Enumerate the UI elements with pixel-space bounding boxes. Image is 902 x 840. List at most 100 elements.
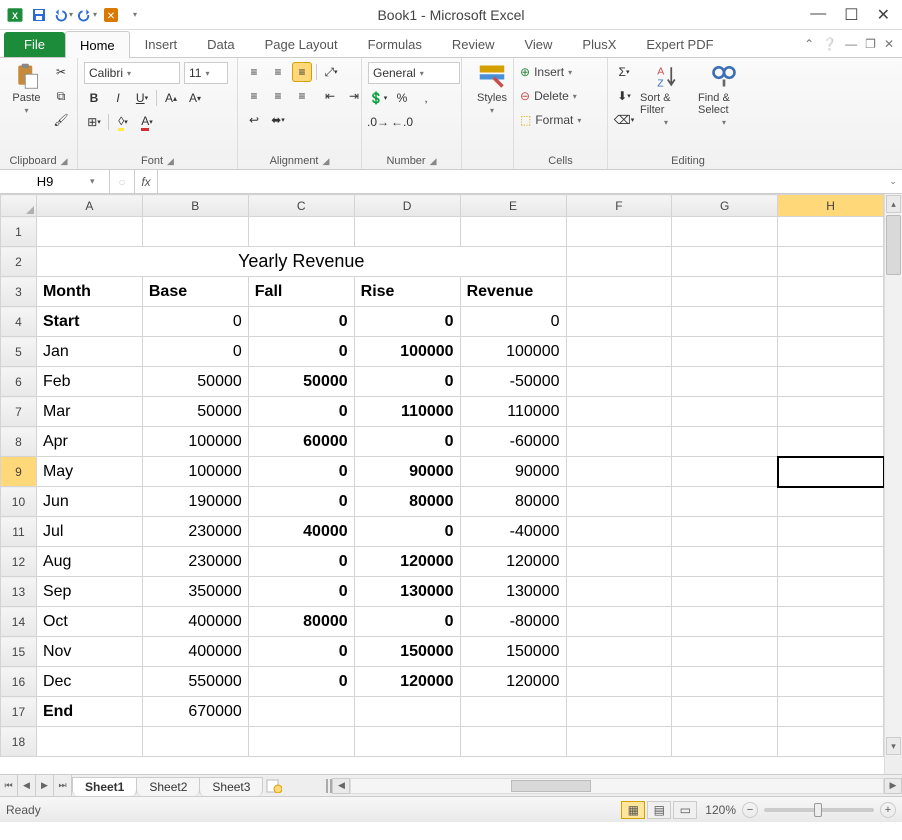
cell-E15[interactable]: 150000 xyxy=(460,637,566,667)
cell-H13[interactable] xyxy=(778,577,884,607)
align-bottom-button[interactable]: ≡ xyxy=(292,62,312,82)
minimize-button[interactable]: — xyxy=(810,5,826,25)
expand-formula-bar[interactable]: ⌄ xyxy=(884,176,902,187)
cell-E1[interactable] xyxy=(460,217,566,247)
cell-A10[interactable]: Jun xyxy=(36,487,142,517)
cell-H7[interactable] xyxy=(778,397,884,427)
align-left-button[interactable]: ≡ xyxy=(244,86,264,106)
cell-H16[interactable] xyxy=(778,667,884,697)
cell-B18[interactable] xyxy=(142,727,248,757)
fx-button[interactable]: fx xyxy=(134,170,158,193)
row-header-8[interactable]: 8 xyxy=(1,427,37,457)
sheet-tab-sheet2[interactable]: Sheet2 xyxy=(136,777,200,796)
cell-H11[interactable] xyxy=(778,517,884,547)
number-format-combo[interactable]: General▾ xyxy=(368,62,460,84)
percent-button[interactable]: % xyxy=(392,88,412,108)
cell-B9[interactable]: 100000 xyxy=(142,457,248,487)
cell-D7[interactable]: 110000 xyxy=(354,397,460,427)
increase-decimal-button[interactable]: .0→ xyxy=(368,112,388,132)
cell-G8[interactable] xyxy=(672,427,778,457)
cell-C12[interactable]: 0 xyxy=(248,547,354,577)
help-icon[interactable]: ❔ xyxy=(822,37,837,51)
cell-D13[interactable]: 130000 xyxy=(354,577,460,607)
cell-E9[interactable]: 90000 xyxy=(460,457,566,487)
row-header-1[interactable]: 1 xyxy=(1,217,37,247)
col-header-C[interactable]: C xyxy=(248,195,354,217)
zoom-out-button[interactable]: − xyxy=(742,802,758,818)
cell-G15[interactable] xyxy=(672,637,778,667)
cell-A17[interactable]: End xyxy=(36,697,142,727)
cell-F15[interactable] xyxy=(566,637,672,667)
tab-insert[interactable]: Insert xyxy=(130,30,193,57)
undo-button[interactable]: ▾ xyxy=(52,4,74,26)
cell-F11[interactable] xyxy=(566,517,672,547)
row-header-5[interactable]: 5 xyxy=(1,337,37,367)
cell-A5[interactable]: Jan xyxy=(36,337,142,367)
italic-button[interactable]: I xyxy=(108,88,128,108)
cell-C3[interactable]: Fall xyxy=(248,277,354,307)
cell-E6[interactable]: -50000 xyxy=(460,367,566,397)
cell-D9[interactable]: 90000 xyxy=(354,457,460,487)
cell-D15[interactable]: 150000 xyxy=(354,637,460,667)
cell-G17[interactable] xyxy=(672,697,778,727)
cell-A12[interactable]: Aug xyxy=(36,547,142,577)
tab-scroll-first[interactable]: ⏮ xyxy=(0,775,18,796)
scroll-up-arrow[interactable]: ▴ xyxy=(886,195,901,213)
currency-button[interactable]: 💲▾ xyxy=(368,88,388,108)
tab-page-layout[interactable]: Page Layout xyxy=(250,30,353,57)
cell-B5[interactable]: 0 xyxy=(142,337,248,367)
sheet-tab-sheet3[interactable]: Sheet3 xyxy=(199,777,263,796)
cell-E17[interactable] xyxy=(460,697,566,727)
cell-A18[interactable] xyxy=(36,727,142,757)
tab-file[interactable]: File xyxy=(4,32,65,57)
hscroll-thumb[interactable] xyxy=(511,780,591,792)
col-header-A[interactable]: A xyxy=(36,195,142,217)
cell-C5[interactable]: 0 xyxy=(248,337,354,367)
cell-F9[interactable] xyxy=(566,457,672,487)
cell-G4[interactable] xyxy=(672,307,778,337)
cell-G16[interactable] xyxy=(672,667,778,697)
cell-D18[interactable] xyxy=(354,727,460,757)
decrease-font-button[interactable]: A▾ xyxy=(185,88,205,108)
cell-B1[interactable] xyxy=(142,217,248,247)
cell-C14[interactable]: 80000 xyxy=(248,607,354,637)
cell-C7[interactable]: 0 xyxy=(248,397,354,427)
cell-G12[interactable] xyxy=(672,547,778,577)
cell-E12[interactable]: 120000 xyxy=(460,547,566,577)
cell-E10[interactable]: 80000 xyxy=(460,487,566,517)
name-box-dropdown[interactable]: ▾ xyxy=(90,176,99,187)
cell-D16[interactable]: 120000 xyxy=(354,667,460,697)
cell-A13[interactable]: Sep xyxy=(36,577,142,607)
decrease-decimal-button[interactable]: ←.0 xyxy=(392,112,412,132)
vertical-scrollbar[interactable]: ▴ ▾ xyxy=(884,194,902,774)
zoom-slider[interactable] xyxy=(764,808,874,812)
cell-E5[interactable]: 100000 xyxy=(460,337,566,367)
cell-H12[interactable] xyxy=(778,547,884,577)
font-name-combo[interactable]: Calibri▾ xyxy=(84,62,180,84)
cell-D14[interactable]: 0 xyxy=(354,607,460,637)
cell-F17[interactable] xyxy=(566,697,672,727)
row-header-12[interactable]: 12 xyxy=(1,547,37,577)
cell-D12[interactable]: 120000 xyxy=(354,547,460,577)
cell-B7[interactable]: 50000 xyxy=(142,397,248,427)
number-dialog-launcher[interactable]: ◢ xyxy=(430,156,437,167)
cell-C1[interactable] xyxy=(248,217,354,247)
bold-button[interactable]: B xyxy=(84,88,104,108)
tab-scroll-next[interactable]: ▶ xyxy=(36,775,54,796)
increase-indent-button[interactable]: ⇥ xyxy=(344,86,364,106)
tab-plusx[interactable]: PlusX xyxy=(567,30,631,57)
clipboard-dialog-launcher[interactable]: ◢ xyxy=(61,156,68,167)
cell-H15[interactable] xyxy=(778,637,884,667)
merge-button[interactable]: ⬌▾ xyxy=(268,110,288,130)
cell-title[interactable]: Yearly Revenue xyxy=(36,247,566,277)
cell-A11[interactable]: Jul xyxy=(36,517,142,547)
cell-C17[interactable] xyxy=(248,697,354,727)
close-button[interactable]: ✕ xyxy=(877,5,890,25)
zoom-slider-handle[interactable] xyxy=(814,803,822,817)
col-header-E[interactable]: E xyxy=(460,195,566,217)
orientation-button[interactable]: ⤢▾ xyxy=(321,62,341,82)
cell-E3[interactable]: Revenue xyxy=(460,277,566,307)
alignment-dialog-launcher[interactable]: ◢ xyxy=(323,156,330,167)
name-box-input[interactable] xyxy=(0,174,90,189)
select-all-corner[interactable] xyxy=(1,195,37,217)
